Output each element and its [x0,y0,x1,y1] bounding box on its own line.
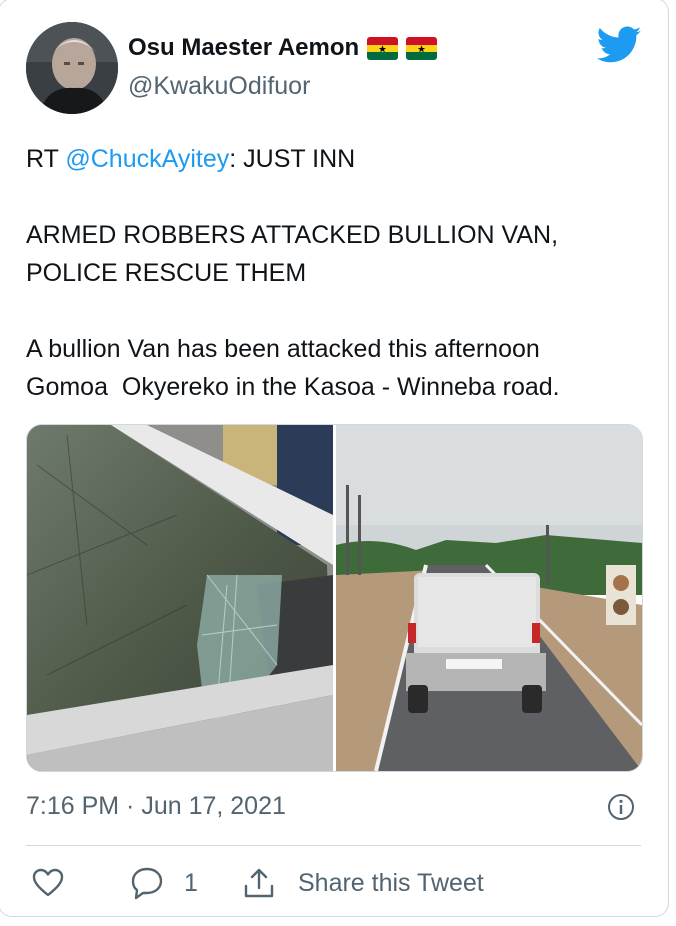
media-grid [26,424,643,772]
ghana-flag-icon [406,36,438,60]
body-line-2: Gomoa Okyereko in the Kasoa - Winneba ro… [26,373,560,401]
divider [26,845,641,846]
reply-button[interactable]: 1 [130,866,198,900]
retweet-prefix: RT [26,145,66,173]
retweet-line: RT @ChuckAyitey: JUST INN [26,140,646,178]
tweet-text: RT @ChuckAyitey: JUST INN ARMED ROBBERS … [26,140,646,406]
info-icon[interactable] [607,793,635,821]
like-button[interactable] [32,868,64,898]
retweet-after-mention: : JUST INN [229,145,356,173]
share-label: Share this Tweet [298,868,484,897]
heart-icon [32,868,64,897]
reply-bubble-icon [131,867,163,900]
reply-count: 1 [184,868,198,897]
avatar[interactable] [26,22,118,114]
twitter-bird-icon[interactable] [597,26,642,64]
headline-line-2: POLICE RESCUE THEM [26,259,307,287]
headline-line-1: ARMED ROBBERS ATTACKED BULLION VAN, [26,221,559,249]
ghana-flag-icon [367,36,399,60]
white-van-on-road-photo[interactable] [336,425,642,771]
shattered-window-photo[interactable] [27,425,333,771]
share-button[interactable]: Share this Tweet [242,866,484,900]
mention-link[interactable]: @ChuckAyitey [65,145,229,173]
author-name-row: Osu Maester Aemon [128,34,438,62]
share-icon [244,868,274,898]
action-bar: 1 Share this Tweet [26,864,641,904]
body-line-1: A bullion Van has been attacked this aft… [26,335,540,363]
author-handle[interactable]: @KwakuOdifuor [128,72,310,101]
display-name[interactable]: Osu Maester Aemon [128,34,359,62]
tweet-timestamp[interactable]: 7:16 PM · Jun 17, 2021 [26,792,286,821]
